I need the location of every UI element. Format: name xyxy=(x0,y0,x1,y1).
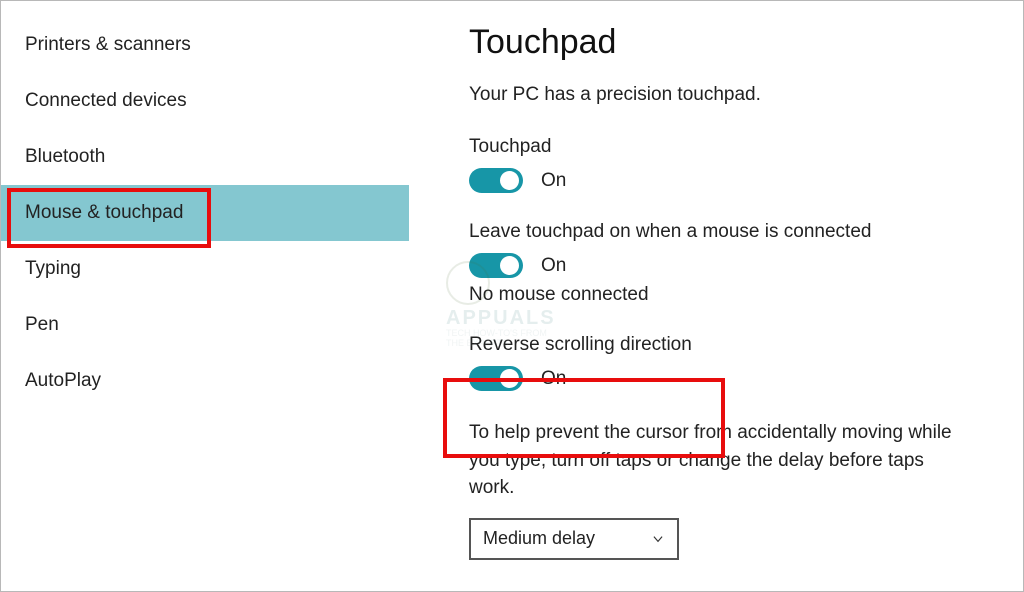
reverse-scrolling-label: Reverse scrolling direction xyxy=(469,334,963,356)
sidebar-item-bluetooth[interactable]: Bluetooth xyxy=(1,129,409,185)
toggle-knob xyxy=(500,256,519,275)
sidebar-item-label: Bluetooth xyxy=(25,146,105,168)
sidebar-item-label: Printers & scanners xyxy=(25,34,191,56)
sidebar-item-mouse-touchpad[interactable]: Mouse & touchpad xyxy=(1,185,409,241)
touchpad-state: On xyxy=(541,170,566,192)
cursor-help-text: To help prevent the cursor from accident… xyxy=(469,419,963,502)
sidebar-item-typing[interactable]: Typing xyxy=(1,241,409,297)
touchpad-label: Touchpad xyxy=(469,136,963,158)
chevron-down-icon xyxy=(651,532,665,546)
toggle-knob xyxy=(500,369,519,388)
toggle-knob xyxy=(500,171,519,190)
sidebar-item-printers-scanners[interactable]: Printers & scanners xyxy=(1,17,409,73)
sidebar-item-label: Pen xyxy=(25,314,59,336)
sidebar-item-pen[interactable]: Pen xyxy=(1,297,409,353)
sidebar-item-label: Mouse & touchpad xyxy=(25,202,183,224)
sidebar-item-connected-devices[interactable]: Connected devices xyxy=(1,73,409,129)
leave-touchpad-on-label: Leave touchpad on when a mouse is connec… xyxy=(469,221,963,243)
settings-sidebar: Printers & scanners Connected devices Bl… xyxy=(1,1,409,591)
sidebar-item-label: Connected devices xyxy=(25,90,187,112)
taps-delay-value: Medium delay xyxy=(483,528,595,549)
leave-touchpad-on-setting: Leave touchpad on when a mouse is connec… xyxy=(469,221,963,306)
touchpad-toggle[interactable] xyxy=(469,168,523,193)
taps-delay-dropdown[interactable]: Medium delay xyxy=(469,518,679,560)
sidebar-item-label: Typing xyxy=(25,258,81,280)
leave-touchpad-on-state: On xyxy=(541,255,566,277)
page-description: Your PC has a precision touchpad. xyxy=(469,84,963,106)
reverse-scrolling-state: On xyxy=(541,368,566,390)
reverse-scrolling-toggle[interactable] xyxy=(469,366,523,391)
sidebar-item-autoplay[interactable]: AutoPlay xyxy=(1,353,409,409)
settings-window: Printers & scanners Connected devices Bl… xyxy=(0,0,1024,592)
leave-touchpad-on-toggle[interactable] xyxy=(469,253,523,278)
reverse-scrolling-setting: Reverse scrolling direction On xyxy=(469,334,963,391)
page-title: Touchpad xyxy=(469,23,963,62)
touchpad-setting: Touchpad On xyxy=(469,136,963,193)
mouse-status-text: No mouse connected xyxy=(469,284,963,306)
sidebar-item-label: AutoPlay xyxy=(25,370,101,392)
settings-content: Touchpad Your PC has a precision touchpa… xyxy=(409,1,1023,591)
